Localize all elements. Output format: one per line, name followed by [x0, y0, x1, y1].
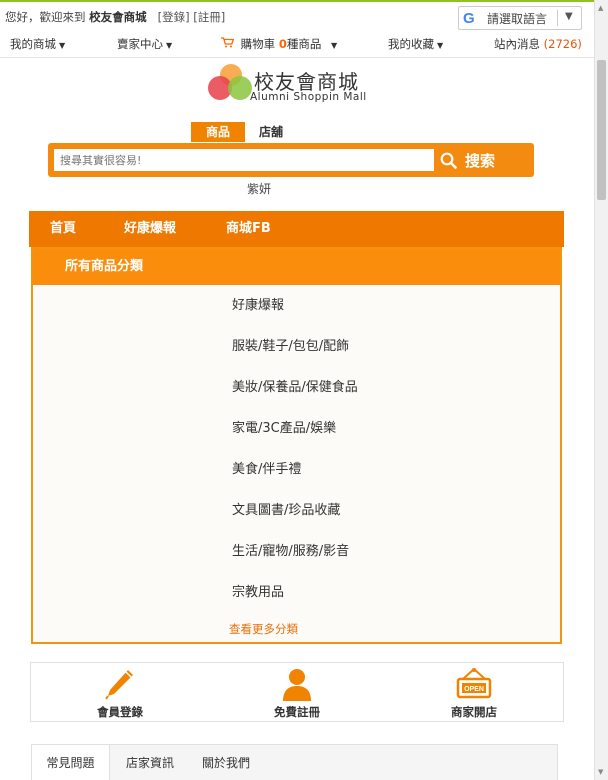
messages-link[interactable]: 站內消息 (2726) — [494, 36, 582, 52]
member-login-button[interactable]: 會員登錄 — [60, 663, 180, 723]
tab-about-us[interactable]: 關於我們 — [188, 745, 264, 780]
nav-item-deals[interactable]: 好康爆報 — [124, 211, 176, 247]
person-icon — [283, 669, 311, 701]
login-link[interactable]: [登錄] — [158, 10, 190, 24]
top-bar: 您好，歡迎來到 校友會商城 [登錄] [註冊] G 請選取語言 ▼ 我的商城 ▼ … — [0, 2, 594, 58]
cart-prefix: 購物車 — [240, 37, 276, 51]
category-item[interactable]: 文具圖書/珍品收藏 — [232, 499, 340, 518]
nav-item-home[interactable]: 首頁 — [50, 211, 76, 247]
category-item[interactable]: 美食/伴手禮 — [232, 458, 301, 477]
svg-text:OPEN: OPEN — [464, 686, 484, 693]
search-button-label: 搜索 — [465, 151, 496, 170]
free-register-label: 免費註冊 — [274, 705, 320, 719]
open-store-button[interactable]: OPEN 商家開店 — [414, 663, 534, 723]
site-logo[interactable]: 校友會商城 Alumni Shoppin Mall — [208, 64, 388, 110]
favorites-menu[interactable]: 我的收藏 ▼ — [388, 36, 443, 52]
hot-keyword-link[interactable]: 紫妍 — [247, 180, 271, 197]
member-login-label: 會員登錄 — [97, 705, 143, 719]
caret-down-icon: ▼ — [437, 41, 444, 50]
search-icon — [440, 152, 457, 169]
tab-stores[interactable]: 店舖 — [246, 122, 296, 142]
logo-tagline: Alumni Shoppin Mall — [250, 91, 367, 103]
tab-products[interactable]: 商品 — [191, 122, 245, 142]
scrollbar-thumb[interactable] — [597, 60, 606, 200]
register-link[interactable]: [註冊] — [193, 10, 225, 24]
tab-store-info[interactable]: 店家資訊 — [112, 745, 188, 780]
category-item[interactable]: 服裝/鞋子/包包/配飾 — [232, 335, 349, 354]
open-sign-icon: OPEN — [456, 668, 492, 699]
seller-center-menu[interactable]: 賣家中心 ▼ — [117, 36, 172, 52]
scroll-down-icon[interactable]: ▼ — [598, 768, 603, 776]
open-store-label: 商家開店 — [451, 705, 497, 719]
messages-label: 站內消息 — [494, 37, 540, 51]
cart-count: 0 — [278, 37, 287, 51]
search-button[interactable]: 搜索 — [440, 149, 530, 171]
category-item[interactable]: 好康爆報 — [232, 294, 284, 313]
seller-center-label: 賣家中心 — [117, 37, 163, 51]
cart-menu[interactable]: 購物車 0種商品 ▼ — [221, 36, 337, 52]
category-header: 所有商品分類 — [33, 249, 560, 285]
nav-item-facebook[interactable]: 商城FB — [226, 211, 271, 247]
divider — [557, 10, 558, 26]
site-name: 校友會商城 — [89, 10, 147, 24]
category-panel: 所有商品分類 好康爆報 服裝/鞋子/包包/配飾 美妝/保養品/保健食品 家電/3… — [31, 247, 562, 644]
category-item[interactable]: 宗教用品 — [232, 581, 284, 600]
caret-down-icon: ▼ — [59, 41, 66, 50]
search-bar: 搜索 — [48, 143, 534, 177]
welcome-text: 您好，歡迎來到 校友會商城 [登錄] [註冊] — [5, 9, 225, 25]
message-count: (2726) — [543, 37, 582, 51]
cart-icon — [221, 37, 238, 51]
category-item[interactable]: 美妝/保養品/保健食品 — [232, 376, 358, 395]
language-selector-label: 請選取語言 — [487, 11, 548, 26]
tab-faq[interactable]: 常見問題 — [32, 745, 110, 780]
main-nav-bar: 首頁 好康爆報 商城FB — [29, 211, 564, 247]
more-categories-link[interactable]: 查看更多分類 — [229, 621, 298, 637]
category-item[interactable]: 家電/3C產品/娛樂 — [232, 417, 336, 436]
greeting-text: 您好，歡迎來到 — [5, 10, 86, 24]
caret-down-icon: ▼ — [330, 41, 338, 50]
favorites-label: 我的收藏 — [388, 37, 434, 51]
info-tabs: 常見問題 店家資訊 關於我們 — [31, 744, 558, 780]
cart-suffix: 種商品 — [286, 37, 322, 51]
vertical-scrollbar[interactable]: ▲ ▼ — [594, 0, 608, 780]
language-selector[interactable]: G 請選取語言 ▼ — [458, 6, 582, 30]
scroll-up-icon[interactable]: ▲ — [598, 4, 603, 12]
caret-down-icon: ▼ — [166, 41, 173, 50]
my-mall-label: 我的商城 — [10, 37, 56, 51]
search-input[interactable] — [54, 149, 434, 171]
category-item[interactable]: 生活/寵物/服務/影音 — [232, 540, 349, 559]
free-register-button[interactable]: 免費註冊 — [237, 663, 357, 723]
service-links: 會員登錄 免費註冊 OPEN 商家開店 — [30, 662, 564, 722]
my-mall-menu[interactable]: 我的商城 ▼ — [10, 36, 65, 52]
pen-icon — [105, 670, 133, 700]
chevron-down-icon: ▼ — [565, 11, 573, 22]
google-icon: G — [463, 9, 475, 27]
logo-circle — [228, 76, 252, 100]
